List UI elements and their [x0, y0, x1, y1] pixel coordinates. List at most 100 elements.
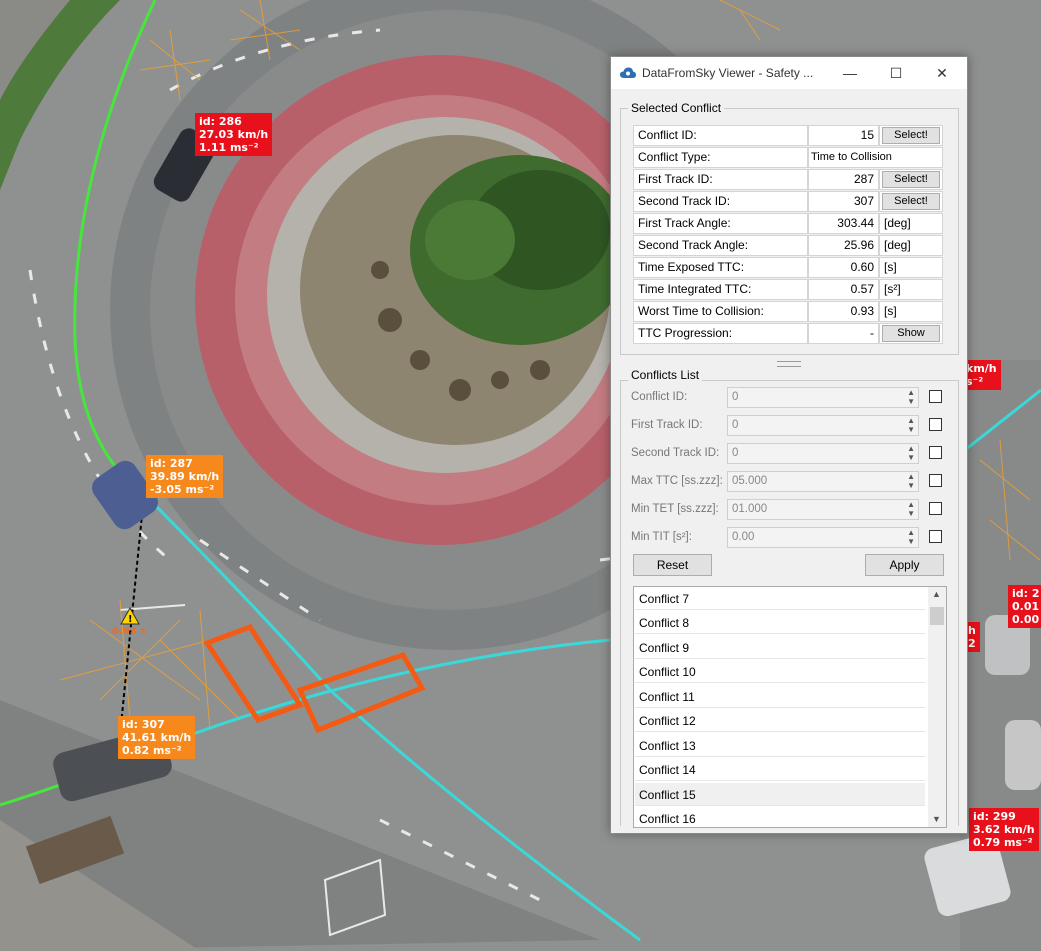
- row-second-track-id: Second Track ID: 307 Select!: [633, 191, 943, 213]
- spin-arrows-icon[interactable]: ▲ ▼: [907, 388, 915, 406]
- list-item[interactable]: Conflict 7: [635, 587, 925, 610]
- show-ttc-progression-button[interactable]: Show: [882, 325, 940, 342]
- scroll-down-icon[interactable]: ▼: [932, 814, 941, 824]
- spin-arrows-icon[interactable]: ▲ ▼: [907, 500, 915, 518]
- row-label: First Track ID:: [633, 169, 808, 190]
- row-value: -: [808, 323, 879, 344]
- selected-conflict-title: Selected Conflict: [628, 101, 725, 115]
- spin-value: 0.00: [732, 531, 755, 543]
- filter-label: Min TET [ss.zzz]:: [631, 503, 719, 515]
- min-tet-checkbox[interactable]: [929, 502, 942, 515]
- select-conflict-button[interactable]: Select!: [882, 127, 940, 144]
- row-time-integrated-ttc: Time Integrated TTC: 0.57 [s²]: [633, 279, 943, 301]
- list-item[interactable]: Conflict 13: [635, 734, 925, 757]
- row-value: 15: [808, 125, 879, 146]
- filter-min-tet: Min TET [ss.zzz]: 01.000 ▲ ▼: [631, 499, 945, 521]
- filter-label: Conflict ID:: [631, 391, 688, 403]
- select-second-track-button[interactable]: Select!: [882, 193, 940, 210]
- row-unit: [s]: [879, 301, 943, 322]
- conflict-id-checkbox[interactable]: [929, 390, 942, 403]
- list-item[interactable]: Conflict 11: [635, 685, 925, 708]
- apply-button[interactable]: Apply: [865, 554, 944, 576]
- close-button[interactable]: ✕: [919, 57, 965, 89]
- row-label: Conflict ID:: [633, 125, 808, 146]
- row-unit: [deg]: [879, 213, 943, 234]
- spin-arrows-icon[interactable]: ▲ ▼: [907, 444, 915, 462]
- spin-value: 0: [732, 447, 739, 459]
- reset-button[interactable]: Reset: [633, 554, 712, 576]
- conflict-id-spinbox[interactable]: 0 ▲ ▼: [727, 387, 919, 408]
- row-label: First Track Angle:: [633, 213, 808, 234]
- max-ttc-checkbox[interactable]: [929, 474, 942, 487]
- select-first-track-button[interactable]: Select!: [882, 171, 940, 188]
- filter-max-ttc: Max TTC [ss.zzz]: 05.000 ▲ ▼: [631, 471, 945, 493]
- row-value: Time to Collision: [808, 147, 943, 168]
- row-label: Second Track ID:: [633, 191, 808, 212]
- row-value: 307: [808, 191, 879, 212]
- list-item[interactable]: Conflict 14: [635, 758, 925, 781]
- list-item[interactable]: Conflict 9: [635, 636, 925, 659]
- row-unit: [s]: [879, 257, 943, 278]
- min-tet-spinbox[interactable]: 01.000 ▲ ▼: [727, 499, 919, 520]
- row-unit: [s²]: [879, 279, 943, 300]
- list-item[interactable]: Conflict 8: [635, 611, 925, 634]
- filter-label: Min TIT [s²]:: [631, 531, 692, 543]
- splitter-handle[interactable]: [777, 361, 801, 367]
- vehicle-tag-287: id: 287 39.89 km/h -3.05 ms⁻²: [146, 455, 224, 498]
- scroll-up-icon[interactable]: ▲: [932, 589, 941, 599]
- window-title: DataFromSky Viewer - Safety ...: [642, 66, 814, 80]
- row-conflict-id: Conflict ID: 15 Select!: [633, 125, 943, 147]
- row-value: 303.44: [808, 213, 879, 234]
- list-item[interactable]: Conflict 16: [635, 807, 925, 827]
- svg-text:!: !: [128, 614, 133, 625]
- maximize-button[interactable]: ☐: [873, 57, 919, 89]
- conflicts-listbox[interactable]: Conflict 7 Conflict 8 Conflict 9 Conflic…: [633, 586, 947, 828]
- list-item-selected[interactable]: Conflict 15: [635, 783, 925, 806]
- row-value: 0.93: [808, 301, 879, 322]
- row-label: Worst Time to Collision:: [633, 301, 808, 322]
- scroll-thumb[interactable]: [930, 607, 944, 625]
- row-label: Conflict Type:: [633, 147, 808, 168]
- spin-value: 05.000: [732, 475, 768, 487]
- list-item[interactable]: Conflict 10: [635, 660, 925, 683]
- minimize-button[interactable]: —: [827, 57, 873, 89]
- row-label: Second Track Angle:: [633, 235, 808, 256]
- second-track-id-checkbox[interactable]: [929, 446, 942, 459]
- row-conflict-type: Conflict Type: Time to Collision: [633, 147, 943, 169]
- row-worst-ttc: Worst Time to Collision: 0.93 [s]: [633, 301, 943, 323]
- row-first-track-id: First Track ID: 287 Select!: [633, 169, 943, 191]
- filter-first-track-id: First Track ID: 0 ▲ ▼: [631, 415, 945, 437]
- filter-label: First Track ID:: [631, 419, 703, 431]
- list-scrollbar[interactable]: ▲ ▼: [928, 587, 946, 827]
- conflicts-list-title: Conflicts List: [628, 368, 703, 382]
- spin-value: 0: [732, 419, 739, 431]
- max-ttc-spinbox[interactable]: 05.000 ▲ ▼: [727, 471, 919, 492]
- row-ttc-progression: TTC Progression: - Show: [633, 323, 943, 345]
- filter-second-track-id: Second Track ID: 0 ▲ ▼: [631, 443, 945, 465]
- window-titlebar[interactable]: DataFromSky Viewer - Safety ... — ☐ ✕: [611, 57, 967, 89]
- ttc-value-marker: 0.93 s: [112, 626, 147, 637]
- row-value: 0.57: [808, 279, 879, 300]
- spin-value: 0: [732, 391, 739, 403]
- spin-arrows-icon[interactable]: ▲ ▼: [907, 528, 915, 546]
- spin-arrows-icon[interactable]: ▲ ▼: [907, 472, 915, 490]
- filter-conflict-id: Conflict ID: 0 ▲ ▼: [631, 387, 945, 409]
- safety-viewer-window: DataFromSky Viewer - Safety ... — ☐ ✕ Se…: [610, 56, 968, 834]
- filter-label: Max TTC [ss.zzz]:: [631, 475, 723, 487]
- first-track-id-spinbox[interactable]: 0 ▲ ▼: [727, 415, 919, 436]
- spin-arrows-icon[interactable]: ▲ ▼: [907, 416, 915, 434]
- row-time-exposed-ttc: Time Exposed TTC: 0.60 [s]: [633, 257, 943, 279]
- vehicle-tag-307: id: 307 41.61 km/h 0.82 ms⁻²: [118, 716, 196, 759]
- list-item[interactable]: Conflict 12: [635, 709, 925, 732]
- row-unit: [deg]: [879, 235, 943, 256]
- filter-min-tit: Min TIT [s²]: 0.00 ▲ ▼: [631, 527, 945, 549]
- min-tit-spinbox[interactable]: 0.00 ▲ ▼: [727, 527, 919, 548]
- second-track-id-spinbox[interactable]: 0 ▲ ▼: [727, 443, 919, 464]
- min-tit-checkbox[interactable]: [929, 530, 942, 543]
- vehicle-tag-299: id: 299 3.62 km/h 0.79 ms⁻²: [969, 808, 1039, 851]
- row-second-track-angle: Second Track Angle: 25.96 [deg]: [633, 235, 943, 257]
- row-value: 25.96: [808, 235, 879, 256]
- first-track-id-checkbox[interactable]: [929, 418, 942, 431]
- row-label: Time Integrated TTC:: [633, 279, 808, 300]
- filter-label: Second Track ID:: [631, 447, 720, 459]
